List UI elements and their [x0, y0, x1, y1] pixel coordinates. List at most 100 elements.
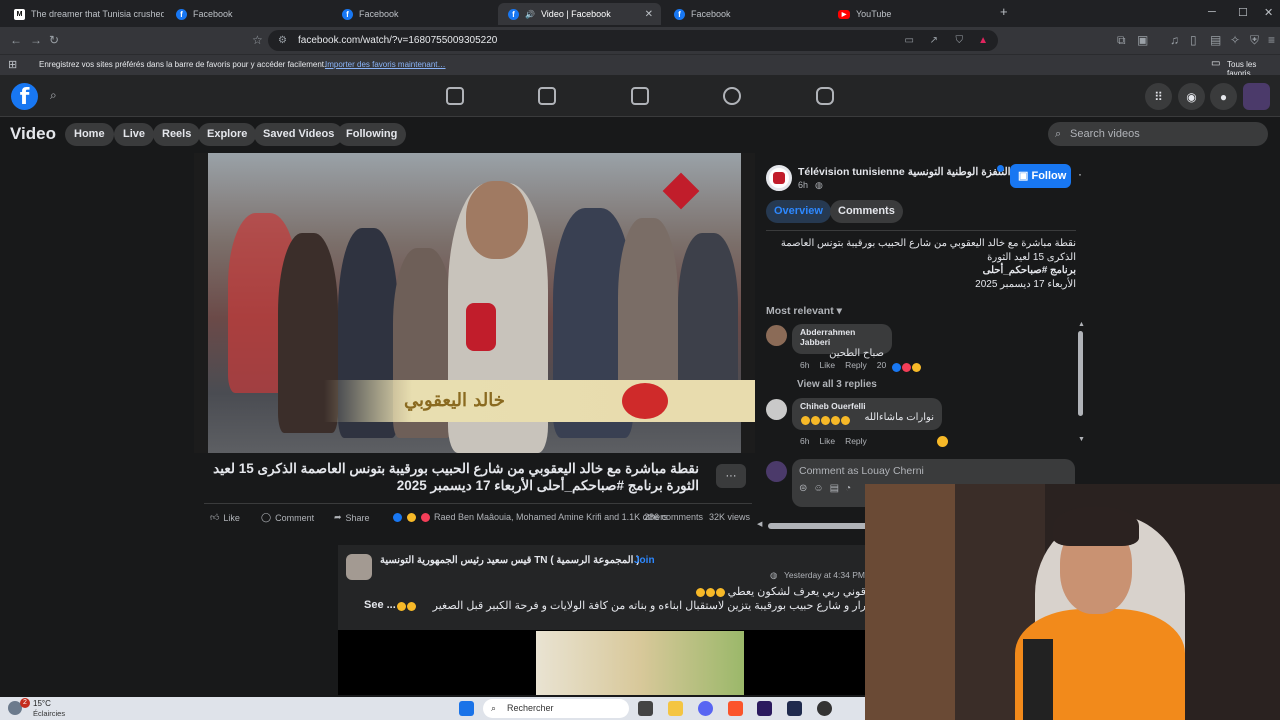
shield-icon[interactable]: ⛉: [956, 30, 964, 51]
wallet-icon[interactable]: ▤: [1210, 33, 1221, 47]
scroll-up-icon[interactable]: ▲: [1078, 321, 1085, 328]
groups-icon[interactable]: [723, 87, 741, 105]
browser-tab[interactable]: M The dreamer that Tunisia crushed. Th: [4, 3, 164, 25]
comment-reply-button[interactable]: Reply: [845, 436, 867, 446]
reload-icon[interactable]: ↻: [49, 33, 59, 47]
vpn-icon[interactable]: ⛨: [1250, 33, 1259, 48]
sort-dropdown[interactable]: Most relevant ▾: [766, 305, 842, 317]
group-avatar[interactable]: [346, 554, 372, 580]
browser-tab-active[interactable]: f 🔊 Video | Facebook ✕: [498, 3, 661, 25]
site-info-icon[interactable]: ⚙: [278, 30, 287, 51]
marketplace-icon[interactable]: [631, 87, 649, 105]
like-button[interactable]: 👍︎ Like: [210, 512, 240, 523]
maximize-button[interactable]: ☐: [1238, 6, 1248, 19]
avatar-sticker-icon[interactable]: ⊜: [799, 483, 813, 494]
file-explorer-icon[interactable]: [668, 701, 683, 716]
facebook-header: f ⌕ ⠿ ◉ ●: [0, 75, 1280, 117]
obs-icon[interactable]: [817, 701, 832, 716]
windows-start-icon[interactable]: [459, 701, 474, 716]
nav-reels[interactable]: Reels: [153, 123, 201, 146]
browser-tab[interactable]: f Facebook: [332, 3, 492, 25]
reactions-summary[interactable]: Raed Ben Maâouia, Mohamed Amine Krifi an…: [392, 512, 668, 522]
task-view-icon[interactable]: [638, 701, 653, 716]
video-icon[interactable]: [538, 87, 556, 105]
post-image[interactable]: [536, 631, 744, 695]
sidebar-icon[interactable]: ▯: [1190, 33, 1197, 47]
comments-count[interactable]: 286 comments: [644, 512, 703, 522]
search-icon[interactable]: ⌕: [50, 88, 57, 103]
sticker-icon[interactable]: ◔: [845, 483, 857, 494]
follow-button[interactable]: ▣ Follow: [1010, 164, 1071, 188]
comment-author[interactable]: Chiheb Ouerfelli: [792, 398, 942, 411]
share-button[interactable]: ➦ Share: [334, 512, 370, 523]
nav-saved-videos[interactable]: Saved Videos: [254, 123, 344, 146]
nav-live[interactable]: Live: [114, 123, 155, 146]
post-media[interactable]: [338, 630, 866, 695]
home-icon[interactable]: [446, 87, 464, 105]
tab-comments[interactable]: Comments: [830, 200, 903, 223]
bookmark-icon[interactable]: ☆: [252, 33, 263, 47]
page-avatar[interactable]: [766, 165, 792, 191]
ai-icon[interactable]: ✧: [1230, 33, 1240, 47]
scroll-left-icon[interactable]: ◀: [757, 520, 762, 528]
cast-icon[interactable]: ▭: [905, 30, 914, 51]
minimize-button[interactable]: ─: [1208, 6, 1216, 18]
browser-tab[interactable]: ▶ YouTube: [828, 3, 988, 25]
tab-overview[interactable]: Overview: [766, 200, 831, 223]
forward-icon[interactable]: →: [30, 33, 42, 47]
avatar[interactable]: [1243, 83, 1270, 110]
new-tab-button[interactable]: +: [1000, 4, 1008, 19]
scroll-down-icon[interactable]: ▼: [1078, 436, 1085, 443]
comment-button[interactable]: ◯ Comment: [261, 512, 314, 523]
comment-like-button[interactable]: Like: [819, 436, 835, 446]
scrollbar-thumb[interactable]: [768, 523, 868, 529]
comment-like-button[interactable]: Like: [819, 360, 835, 370]
notifications-icon[interactable]: ●: [1210, 83, 1237, 110]
search-videos-input[interactable]: ⌕ Search videos: [1048, 122, 1268, 146]
browser-tab[interactable]: f Facebook: [664, 3, 824, 25]
video-player[interactable]: خالد اليعقوبي: [194, 153, 755, 453]
menu-icon[interactable]: ≡: [1268, 33, 1275, 47]
comments-scrollbar[interactable]: [1078, 331, 1083, 416]
translate-icon[interactable]: ▣: [1137, 33, 1148, 47]
nav-home[interactable]: Home: [65, 123, 114, 146]
join-link[interactable]: Join: [634, 555, 655, 566]
taskbar-search[interactable]: ⌕ Rechercher: [483, 699, 629, 718]
close-tab-icon[interactable]: ✕: [645, 9, 653, 20]
share-icon[interactable]: ↗: [930, 30, 938, 51]
back-icon[interactable]: ←: [10, 33, 22, 47]
browser-tab[interactable]: f Facebook: [166, 3, 326, 25]
avatar[interactable]: [766, 461, 787, 482]
premiere-icon[interactable]: [757, 701, 772, 716]
channel-logo-icon: [773, 172, 785, 184]
music-icon[interactable]: ♫: [1170, 33, 1179, 47]
more-icon[interactable]: ·: [1078, 167, 1082, 181]
alert-icon[interactable]: ▲: [978, 30, 988, 51]
avatar[interactable]: [766, 399, 787, 420]
nav-following[interactable]: Following: [337, 123, 407, 146]
reaction-count[interactable]: 20: [877, 360, 886, 370]
comment-author[interactable]: Abderrahmen Jabberi: [792, 324, 892, 347]
comment-reply-button[interactable]: Reply: [845, 360, 867, 370]
page-name[interactable]: Télévision tunisienne التلفزة الوطنية ال…: [798, 166, 1011, 178]
close-window-button[interactable]: ✕: [1264, 6, 1273, 19]
after-effects-icon[interactable]: [787, 701, 802, 716]
url-field[interactable]: ⚙ facebook.com/watch/?v=1680755009305220…: [268, 30, 998, 51]
import-bookmarks-link[interactable]: Importer des favoris maintenant…: [325, 60, 446, 69]
discord-icon[interactable]: [698, 701, 713, 716]
extensions-icon[interactable]: ⧉: [1117, 33, 1126, 48]
nav-explore[interactable]: Explore: [198, 123, 257, 146]
gaming-icon[interactable]: [816, 87, 834, 105]
gif-icon[interactable]: ▤: [830, 483, 845, 494]
facebook-logo-icon[interactable]: f: [11, 83, 38, 110]
see-more-link[interactable]: See ...: [364, 599, 396, 611]
menu-grid-icon[interactable]: ⠿: [1145, 83, 1172, 110]
group-name[interactable]: ( المجموعة الرسمية ) TN قيس سعيد رئيس ال…: [380, 555, 640, 566]
more-options-icon[interactable]: ···: [716, 464, 746, 488]
avatar[interactable]: [766, 325, 787, 346]
emoji-icon[interactable]: ☺: [813, 483, 829, 494]
messenger-icon[interactable]: ◉: [1178, 83, 1205, 110]
view-replies-link[interactable]: View all 3 replies: [797, 379, 877, 390]
apps-grid-icon[interactable]: ⊞: [8, 58, 17, 71]
brave-icon[interactable]: [728, 701, 743, 716]
